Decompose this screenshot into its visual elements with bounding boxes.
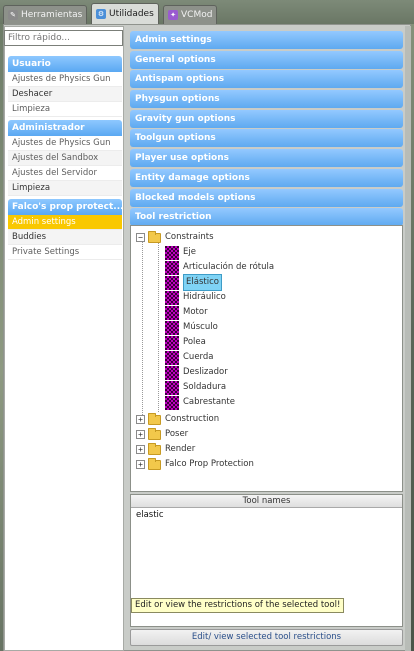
tree-leaf-elastico[interactable]: Elástico: [165, 274, 222, 291]
category-header-falco[interactable]: Falco's prop protect...: [8, 199, 122, 215]
tree-node-label: Render: [165, 444, 196, 454]
checkbox-icon[interactable]: [165, 275, 179, 290]
folder-icon: [148, 427, 161, 440]
tree-leaf-rotula[interactable]: Articulación de rótula: [165, 260, 274, 275]
edit-restrictions-button[interactable]: Edit/ view selected tool restrictions: [130, 629, 403, 646]
checkbox-icon[interactable]: [165, 260, 179, 275]
tree-leaf-label: Cuerda: [183, 352, 214, 362]
quick-filter-input[interactable]: [4, 30, 123, 46]
sidebar-item-servidor[interactable]: Ajustes del Servidor: [8, 166, 122, 181]
tab-label: VCMod: [181, 10, 213, 20]
sidebar-item-deshacer[interactable]: Deshacer: [8, 87, 122, 102]
tool-tree: − Constraints Eje Articulación de rótula…: [130, 225, 403, 492]
tab-herramientas[interactable]: ✎ Herramientas: [3, 5, 88, 24]
category-header-administrador[interactable]: Administrador: [8, 120, 122, 136]
section-gravity-gun-options[interactable]: Gravity gun options: [130, 109, 403, 128]
tree-node-poser[interactable]: + Poser: [136, 427, 188, 442]
settings-sections: Admin settings General options Antispam …: [130, 31, 403, 228]
tab-label: Herramientas: [21, 10, 83, 20]
category-header-usuario[interactable]: Usuario: [8, 56, 122, 72]
folder-icon: [148, 230, 161, 243]
tree-node-constraints[interactable]: − Constraints: [136, 230, 214, 245]
tree-node-render[interactable]: + Render: [136, 442, 195, 457]
tab-vcmod[interactable]: ✦ VCMod: [163, 5, 218, 24]
tree-leaf-polea[interactable]: Polea: [165, 335, 206, 350]
tree-leaf-hidraulico[interactable]: Hidráulico: [165, 290, 226, 305]
tree-leaf-label: Soldadura: [183, 382, 227, 392]
tree-leaf-label: Cabrestante: [183, 397, 235, 407]
tree-leaf-label: Motor: [183, 307, 208, 317]
tree-leaf-motor[interactable]: Motor: [165, 305, 208, 320]
sidebar-item-admin-settings[interactable]: Admin settings: [8, 215, 122, 230]
folder-icon: [148, 442, 161, 455]
category-list: Usuario Ajustes de Physics Gun Deshacer …: [8, 53, 122, 260]
tab-label: Utilidades: [109, 9, 154, 19]
sidebar-item-physgun-admin[interactable]: Ajustes de Physics Gun: [8, 136, 122, 151]
sidebar-item-limpieza-admin[interactable]: Limpieza: [8, 181, 122, 196]
section-entity-damage-options[interactable]: Entity damage options: [130, 168, 403, 187]
tree-node-falco[interactable]: + Falco Prop Protection: [136, 457, 254, 472]
tree-node-label: Constraints: [165, 232, 214, 242]
checkbox-icon[interactable]: [165, 320, 179, 335]
tree-leaf-label-selected: Elástico: [183, 274, 222, 291]
sidebar-item-physgun-user[interactable]: Ajustes de Physics Gun: [8, 72, 122, 87]
checkbox-icon[interactable]: [165, 245, 179, 260]
tree-leaf-label: Músculo: [183, 322, 218, 332]
tree-guide-line: [158, 241, 159, 412]
panel-scrollbar[interactable]: [405, 26, 411, 651]
tree-leaf-cabrestante[interactable]: Cabrestante: [165, 395, 235, 410]
collapse-icon[interactable]: −: [136, 233, 145, 242]
tree-node-label: Falco Prop Protection: [165, 459, 254, 469]
section-blocked-models-options[interactable]: Blocked models options: [130, 188, 403, 207]
vcmod-icon: ✦: [168, 10, 178, 20]
expand-icon[interactable]: +: [136, 460, 145, 469]
section-antispam-options[interactable]: Antispam options: [130, 70, 403, 89]
section-tool-restriction[interactable]: Tool restriction: [130, 208, 403, 227]
tree-leaf-label: Polea: [183, 337, 206, 347]
checkbox-icon[interactable]: [165, 395, 179, 410]
sidebar-item-sandbox[interactable]: Ajustes del Sandbox: [8, 151, 122, 166]
tree-leaf-musculo[interactable]: Músculo: [165, 320, 218, 335]
sidebar-item-private-settings[interactable]: Private Settings: [8, 245, 122, 260]
tree-leaf-soldadura[interactable]: Soldadura: [165, 380, 226, 395]
tree-leaf-eje[interactable]: Eje: [165, 245, 196, 260]
section-admin-settings[interactable]: Admin settings: [130, 31, 403, 49]
tree-leaf-label: Articulación de rótula: [183, 262, 275, 272]
checkbox-icon[interactable]: [165, 350, 179, 365]
section-toolgun-options[interactable]: Toolgun options: [130, 129, 403, 148]
expand-icon[interactable]: +: [136, 415, 145, 424]
tool-names-header[interactable]: Tool names: [131, 495, 402, 508]
expand-icon[interactable]: +: [136, 430, 145, 439]
tree-node-label: Construction: [165, 414, 220, 424]
expand-icon[interactable]: +: [136, 445, 145, 454]
checkbox-icon[interactable]: [165, 305, 179, 320]
sidebar-item-buddies[interactable]: Buddies: [8, 230, 122, 245]
tree-leaf-label: Hidráulico: [183, 292, 226, 302]
tree-leaf-deslizador[interactable]: Deslizador: [165, 365, 228, 380]
tree-node-label: Poser: [165, 429, 189, 439]
tab-strip: ✎ Herramientas ⚙ Utilidades ✦ VCMod: [0, 0, 414, 24]
checkbox-icon[interactable]: [165, 380, 179, 395]
section-physgun-options[interactable]: Physgun options: [130, 90, 403, 109]
section-general-options[interactable]: General options: [130, 50, 403, 69]
folder-icon: [148, 457, 161, 470]
tree-leaf-label: Deslizador: [183, 367, 228, 377]
tree-node-construction[interactable]: + Construction: [136, 412, 219, 427]
tab-utilidades[interactable]: ⚙ Utilidades: [91, 3, 159, 24]
checkbox-icon[interactable]: [165, 365, 179, 380]
tree-leaf-label: Eje: [183, 247, 196, 257]
checkbox-icon[interactable]: [165, 335, 179, 350]
list-item[interactable]: elastic: [131, 508, 402, 522]
tooltip: Edit or view the restrictions of the sel…: [131, 598, 345, 613]
checkbox-icon[interactable]: [165, 290, 179, 305]
tree-guide-line: [142, 241, 143, 419]
wrench-icon: ✎: [8, 10, 18, 20]
tree-leaf-cuerda[interactable]: Cuerda: [165, 350, 214, 365]
sidebar-item-limpieza-user[interactable]: Limpieza: [8, 102, 122, 117]
utilities-icon: ⚙: [96, 9, 106, 19]
folder-icon: [148, 412, 161, 425]
section-player-use-options[interactable]: Player use options: [130, 149, 403, 168]
